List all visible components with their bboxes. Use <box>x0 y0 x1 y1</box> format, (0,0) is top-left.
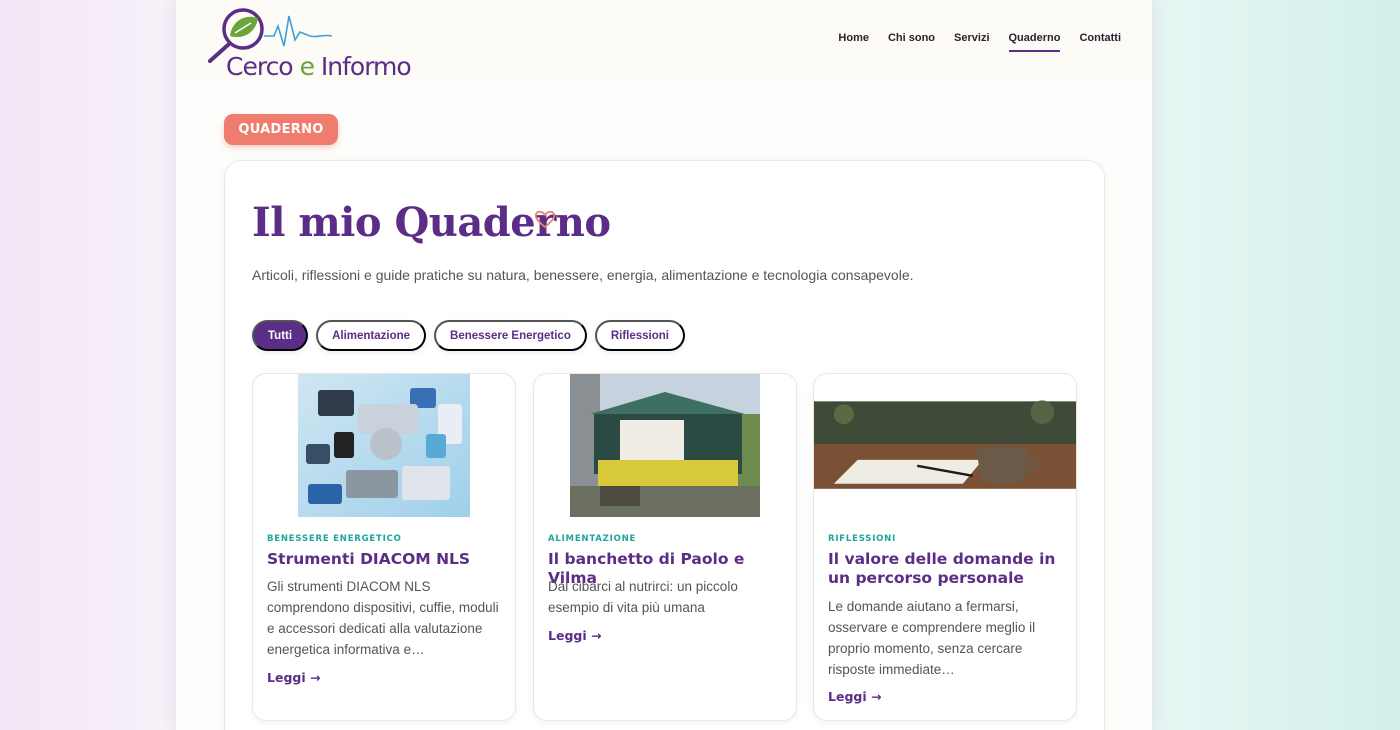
article-excerpt: Dal cibarci al nutrirci: un piccolo esem… <box>548 579 738 615</box>
page-container: Cerco e Informo Home Chi sono Servizi Qu… <box>175 0 1153 730</box>
heart-icon <box>534 210 556 229</box>
nav-quaderno[interactable]: Quaderno <box>1008 32 1060 52</box>
article-category: RIFLESSIONI <box>828 534 897 544</box>
article-card[interactable]: RIFLESSIONI Il valore delle domande in u… <box>813 373 1077 721</box>
quaderno-panel: Il mio Quaderno Articoli, riflessioni e … <box>224 160 1105 730</box>
nav-home[interactable]: Home <box>838 32 869 52</box>
read-more-link[interactable]: Leggi → <box>267 670 320 685</box>
article-thumbnail[interactable] <box>814 374 1076 517</box>
article-excerpt: Le domande aiutano a fermarsi, osservare… <box>828 599 1036 677</box>
category-filters: Tutti Alimentazione Benessere Energetico… <box>252 320 685 351</box>
read-more-link[interactable]: Leggi → <box>548 628 601 643</box>
nav-chi-sono[interactable]: Chi sono <box>888 32 935 52</box>
article-card[interactable]: ALIMENTAZIONE Il banchetto di Paolo e Vi… <box>533 373 797 721</box>
page-title: Il mio Quaderno <box>252 199 611 246</box>
filter-alimentazione[interactable]: Alimentazione <box>316 320 427 351</box>
filter-benessere-energetico[interactable]: Benessere Energetico <box>434 320 587 351</box>
nav-contatti[interactable]: Contatti <box>1079 32 1121 52</box>
site-logo[interactable]: Cerco e Informo <box>206 6 418 81</box>
article-title[interactable]: Il valore delle domande in un percorso p… <box>828 550 1068 588</box>
article-category: ALIMENTAZIONE <box>548 534 637 544</box>
main-nav: Home Chi sono Servizi Quaderno Contatti <box>838 32 1121 52</box>
article-excerpt: Gli strumenti DIACOM NLS comprendono dis… <box>267 579 499 657</box>
read-more-link[interactable]: Leggi → <box>828 689 881 704</box>
page-subtitle: Articoli, riflessioni e guide pratiche s… <box>252 267 914 283</box>
article-title[interactable]: Strumenti DIACOM NLS <box>267 550 507 569</box>
filter-tutti[interactable]: Tutti <box>252 320 309 351</box>
article-thumbnail[interactable] <box>253 374 515 517</box>
section-badge: QUADERNO <box>224 114 338 145</box>
nav-servizi[interactable]: Servizi <box>954 32 989 52</box>
article-category: BENESSERE ENERGETICO <box>267 534 402 544</box>
article-thumbnail[interactable] <box>534 374 796 517</box>
logo-wordmark: Cerco e Informo <box>226 52 412 81</box>
site-header: Cerco e Informo Home Chi sono Servizi Qu… <box>176 0 1152 81</box>
article-card[interactable]: BENESSERE ENERGETICO Strumenti DIACOM NL… <box>252 373 516 721</box>
filter-riflessioni[interactable]: Riflessioni <box>594 320 685 351</box>
